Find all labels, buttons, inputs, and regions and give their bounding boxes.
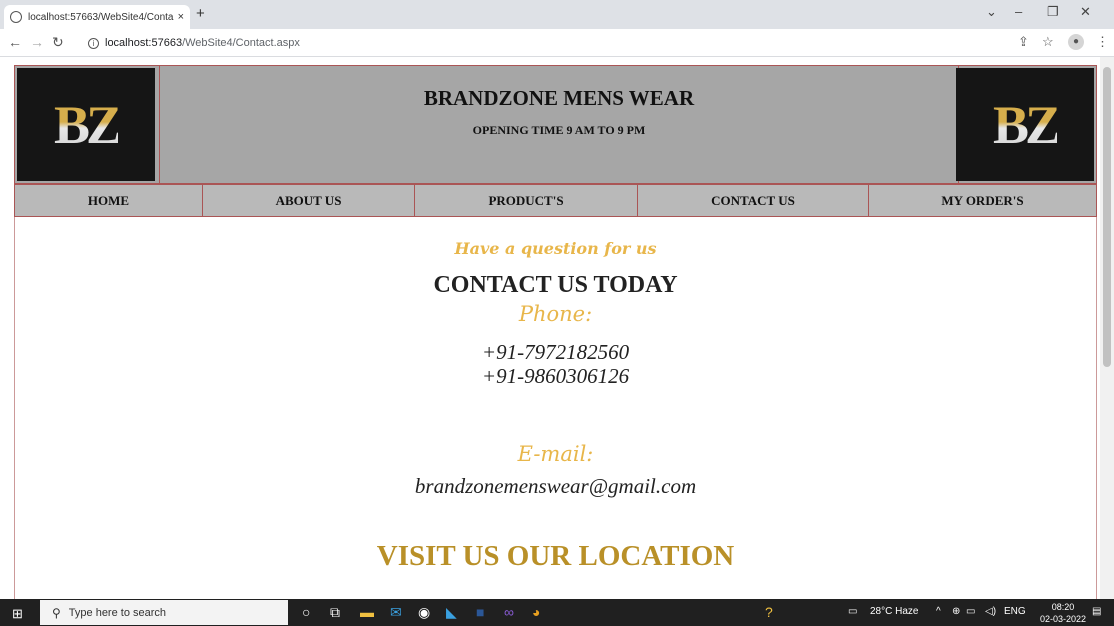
forward-icon[interactable]: → [30, 34, 44, 50]
github-icon[interactable]: ◉ [418, 604, 430, 621]
notifications-icon[interactable]: ▤ [1092, 606, 1101, 617]
brand-box: BRANDZONE MENS WEAR OPENING TIME 9 AM TO… [159, 66, 959, 183]
tray-chevron-icon[interactable]: ^ [936, 606, 941, 617]
task-view-icon[interactable]: ⧉ [330, 604, 340, 621]
volume-icon[interactable]: ◁) [985, 606, 996, 617]
phone-label: Phone: [518, 302, 593, 326]
cortana-icon[interactable]: ○ [302, 604, 310, 620]
browser-tab[interactable]: localhost:57663/WebSite4/Conta × [4, 5, 190, 29]
visit-location-heading: VISIT US OUR LOCATION [376, 540, 735, 572]
url-path: /WebSite4/Contact.aspx [182, 37, 300, 49]
email-address: brandzonemenswear@gmail.com [414, 474, 697, 498]
page-scrollbar[interactable] [1100, 57, 1114, 599]
phone-number: +91-9860306126 [481, 364, 630, 388]
main-menu: HOME ABOUT US PRODUCT'S CONTACT US MY OR… [14, 184, 1097, 217]
browser-tab-bar: localhost:57663/WebSite4/Conta × + ⌄ – ❐… [0, 0, 1114, 29]
date: 02-03-2022 [1040, 614, 1087, 624]
logo-text: BZ [992, 94, 1061, 155]
menu-item-contact-us[interactable]: CONTACT US [638, 185, 869, 216]
vs-code-icon[interactable]: ◣ [446, 604, 457, 621]
back-icon[interactable]: ← [8, 34, 22, 50]
minimize-icon[interactable]: – [1015, 4, 1022, 19]
brand-title: BRANDZONE MENS WEAR [423, 86, 695, 110]
profile-avatar-icon[interactable]: ● [1068, 34, 1084, 50]
file-explorer-icon[interactable]: ▬ [360, 604, 374, 620]
phone-number: +91-7972182560 [481, 340, 630, 364]
menu-item-products[interactable]: PRODUCT'S [415, 185, 638, 216]
logo-right: BZ [956, 68, 1094, 181]
windows-start-icon[interactable]: ⊞ [12, 606, 23, 622]
weather-icon[interactable]: ▭ [848, 606, 857, 617]
menu-item-home[interactable]: HOME [15, 185, 203, 216]
globe-icon [10, 11, 22, 23]
search-placeholder: Type here to search [68, 606, 167, 619]
bookmark-star-icon[interactable]: ☆ [1042, 34, 1054, 50]
restore-icon[interactable]: ❐ [1047, 4, 1059, 20]
clock[interactable]: 08:20 02-03-2022 [1040, 601, 1086, 625]
logo-text: BZ [53, 94, 122, 155]
email-label: E-mail: [517, 442, 594, 466]
language-indicator[interactable]: ENG [1004, 606, 1026, 617]
window-close-icon[interactable]: ✕ [1080, 4, 1091, 20]
site-info-icon[interactable]: i [88, 37, 99, 49]
menu-item-my-orders[interactable]: MY ORDER'S [869, 185, 1096, 216]
question-heading: Have a question for us [454, 239, 657, 258]
scrollbar-thumb[interactable] [1103, 67, 1111, 367]
address-bar: ← → ↻ i localhost:57663/WebSite4/Contact… [0, 29, 1114, 57]
reload-icon[interactable]: ↻ [52, 34, 64, 51]
brand-subtitle: OPENING TIME 9 AM TO 9 PM [472, 123, 646, 137]
contact-section: Have a question for us CONTACT US TODAY … [14, 217, 1097, 599]
tab-title: localhost:57663/WebSite4/Conta [28, 11, 174, 23]
search-icon: ⚲ [52, 605, 61, 620]
windows-taskbar: ⊞ ⚲ Type here to search ○ ⧉ ▬ ✉ ◉ ◣ ■ ∞ … [0, 599, 1114, 626]
battery-icon[interactable]: ▭ [966, 606, 975, 617]
site-header: BZ BRANDZONE MENS WEAR OPENING TIME 9 AM… [14, 65, 1097, 184]
taskbar-search[interactable]: ⚲ Type here to search [40, 600, 288, 625]
mail-icon[interactable]: ✉ [390, 604, 402, 621]
url-host: localhost:57663 [105, 37, 183, 49]
share-icon[interactable]: ⇪ [1018, 34, 1029, 50]
weather-text[interactable]: 28°C Haze [870, 606, 918, 617]
menu-kebab-icon[interactable]: ⋮ [1096, 34, 1109, 50]
network-icon[interactable]: ⊕ [952, 606, 960, 617]
time: 08:20 [1051, 602, 1075, 612]
page-viewport: BZ BRANDZONE MENS WEAR OPENING TIME 9 AM… [0, 57, 1114, 599]
chrome-icon[interactable]: ◕ [532, 604, 540, 620]
word-icon[interactable]: ■ [476, 604, 484, 620]
menu-item-about-us[interactable]: ABOUT US [203, 185, 415, 216]
tab-search-icon[interactable]: ⌄ [986, 4, 997, 20]
help-icon[interactable]: ? [765, 604, 773, 620]
url-field[interactable]: i localhost:57663/WebSite4/Contact.aspx [88, 33, 988, 53]
new-tab-button[interactable]: + [196, 5, 205, 22]
contact-title: CONTACT US TODAY [433, 272, 678, 298]
visual-studio-icon[interactable]: ∞ [504, 604, 514, 620]
logo-left: BZ [17, 68, 155, 181]
tab-close-icon[interactable]: × [178, 11, 184, 23]
